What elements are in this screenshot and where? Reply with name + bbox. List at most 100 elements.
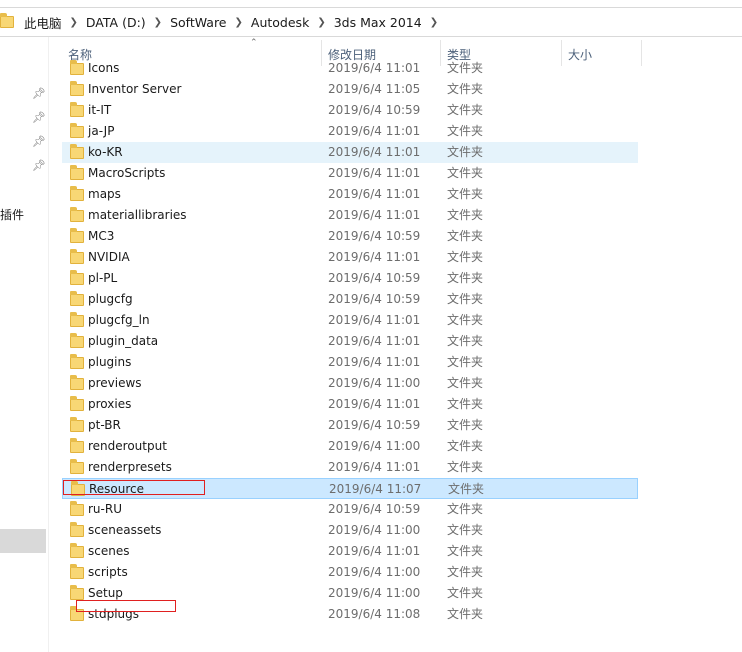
file-row[interactable]: plugcfg_ln 2019/6/4 11:01 文件夹 <box>62 310 638 331</box>
file-type: 文件夹 <box>447 523 484 537</box>
file-type: 文件夹 <box>447 292 484 306</box>
folder-icon <box>0 13 14 28</box>
nav-item-label[interactable]: 插件 <box>0 206 24 223</box>
file-type: 文件夹 <box>447 208 484 222</box>
breadcrumb-item[interactable]: SoftWare <box>166 15 230 30</box>
file-name[interactable]: Icons <box>88 58 119 79</box>
chevron-right-icon[interactable]: ❯ <box>231 17 247 28</box>
file-row[interactable]: plugins 2019/6/4 11:01 文件夹 <box>62 352 638 373</box>
file-name[interactable]: renderpresets <box>88 457 172 478</box>
chevron-right-icon[interactable]: ❯ <box>313 17 329 28</box>
file-name[interactable]: proxies <box>88 394 131 415</box>
file-row[interactable]: ja-JP 2019/6/4 11:01 文件夹 <box>62 121 638 142</box>
folder-icon <box>70 396 84 411</box>
breadcrumb-item[interactable]: DATA (D:) <box>82 15 150 30</box>
file-name[interactable]: renderoutput <box>88 436 167 457</box>
file-row[interactable]: maps 2019/6/4 11:01 文件夹 <box>62 184 638 205</box>
file-date: 2019/6/4 11:00 <box>328 565 421 579</box>
file-row[interactable]: Resource 2019/6/4 11:07 文件夹 <box>62 478 638 499</box>
file-row[interactable]: ru-RU 2019/6/4 10:59 文件夹 <box>62 499 638 520</box>
folder-icon <box>70 354 84 369</box>
file-name[interactable]: Inventor Server <box>88 79 181 100</box>
file-row[interactable]: ko-KR 2019/6/4 11:01 文件夹 <box>62 142 638 163</box>
file-name[interactable]: ru-RU <box>88 499 122 520</box>
file-name[interactable]: it-IT <box>88 100 111 121</box>
file-row[interactable]: previews 2019/6/4 11:00 文件夹 <box>62 373 638 394</box>
breadcrumb-item[interactable]: 此电脑 <box>20 13 66 32</box>
file-date: 2019/6/4 11:00 <box>328 439 421 453</box>
pin-icon[interactable]: 📌︎ <box>32 135 46 148</box>
file-name[interactable]: ja-JP <box>88 121 114 142</box>
file-row[interactable]: plugin_data 2019/6/4 11:01 文件夹 <box>62 331 638 352</box>
pane-divider[interactable] <box>48 37 49 652</box>
navigation-pane: 📌︎ 📌︎ 📌︎ 📌︎ 插件 <box>0 37 48 652</box>
breadcrumb: 此电脑 ❯ DATA (D:) ❯ SoftWare ❯ Autodesk ❯ … <box>0 8 442 36</box>
file-row[interactable]: pt-BR 2019/6/4 10:59 文件夹 <box>62 415 638 436</box>
file-name[interactable]: ko-KR <box>88 142 123 163</box>
file-name[interactable]: sceneassets <box>88 520 161 541</box>
file-type: 文件夹 <box>447 334 484 348</box>
file-row[interactable]: MC3 2019/6/4 10:59 文件夹 <box>62 226 638 247</box>
file-date: 2019/6/4 11:07 <box>329 482 422 496</box>
file-type: 文件夹 <box>447 271 484 285</box>
folder-icon <box>70 564 84 579</box>
folder-icon <box>70 501 84 516</box>
file-type: 文件夹 <box>447 397 484 411</box>
file-row[interactable]: Icons 2019/6/4 11:01 文件夹 <box>62 58 638 79</box>
file-row[interactable]: scripts 2019/6/4 11:00 文件夹 <box>62 562 638 583</box>
file-row[interactable]: MacroScripts 2019/6/4 11:01 文件夹 <box>62 163 638 184</box>
file-name[interactable]: scripts <box>88 562 128 583</box>
file-name[interactable]: materiallibraries <box>88 205 187 226</box>
file-type: 文件夹 <box>447 61 484 75</box>
file-date: 2019/6/4 11:01 <box>328 355 421 369</box>
file-date: 2019/6/4 11:08 <box>328 607 421 621</box>
file-row[interactable]: proxies 2019/6/4 11:01 文件夹 <box>62 394 638 415</box>
file-date: 2019/6/4 11:05 <box>328 82 421 96</box>
file-row[interactable]: pl-PL 2019/6/4 10:59 文件夹 <box>62 268 638 289</box>
file-name[interactable]: MacroScripts <box>88 163 165 184</box>
breadcrumb-item[interactable]: Autodesk <box>247 15 313 30</box>
file-name[interactable]: plugcfg_ln <box>88 310 150 331</box>
file-name[interactable]: plugin_data <box>88 331 158 352</box>
folder-icon <box>70 123 84 138</box>
file-name[interactable]: scenes <box>88 541 129 562</box>
nav-item-selected[interactable] <box>0 529 46 553</box>
file-name[interactable]: plugcfg <box>88 289 133 310</box>
file-name[interactable]: NVIDIA <box>88 247 130 268</box>
file-row[interactable]: renderoutput 2019/6/4 11:00 文件夹 <box>62 436 638 457</box>
pin-icon[interactable]: 📌︎ <box>32 111 46 124</box>
folder-icon <box>70 312 84 327</box>
file-type: 文件夹 <box>447 124 484 138</box>
file-row[interactable]: scenes 2019/6/4 11:01 文件夹 <box>62 541 638 562</box>
folder-icon <box>70 333 84 348</box>
file-row[interactable]: Inventor Server 2019/6/4 11:05 文件夹 <box>62 79 638 100</box>
address-bar[interactable]: 此电脑 ❯ DATA (D:) ❯ SoftWare ❯ Autodesk ❯ … <box>0 7 742 37</box>
file-date: 2019/6/4 11:00 <box>328 376 421 390</box>
chevron-right-icon[interactable]: ❯ <box>426 17 442 28</box>
file-row[interactable]: NVIDIA 2019/6/4 11:01 文件夹 <box>62 247 638 268</box>
breadcrumb-item[interactable]: 3ds Max 2014 <box>330 15 426 30</box>
file-name[interactable]: pt-BR <box>88 415 121 436</box>
pin-icon[interactable]: 📌︎ <box>32 87 46 100</box>
file-date: 2019/6/4 11:01 <box>328 397 421 411</box>
file-row[interactable]: stdplugs 2019/6/4 11:08 文件夹 <box>62 600 638 625</box>
file-type: 文件夹 <box>447 250 484 264</box>
file-name[interactable]: previews <box>88 373 142 394</box>
file-date: 2019/6/4 11:01 <box>328 544 421 558</box>
file-row[interactable]: renderpresets 2019/6/4 11:01 文件夹 <box>62 457 638 478</box>
file-type: 文件夹 <box>447 586 484 600</box>
file-name[interactable]: pl-PL <box>88 268 117 289</box>
chevron-right-icon[interactable]: ❯ <box>66 17 82 28</box>
file-name[interactable]: MC3 <box>88 226 114 247</box>
file-row[interactable]: materiallibraries 2019/6/4 11:01 文件夹 <box>62 205 638 226</box>
folder-icon <box>70 165 84 180</box>
chevron-right-icon[interactable]: ❯ <box>150 17 166 28</box>
file-name[interactable]: plugins <box>88 352 131 373</box>
pin-icon[interactable]: 📌︎ <box>32 159 46 172</box>
file-row[interactable]: sceneassets 2019/6/4 11:00 文件夹 <box>62 520 638 541</box>
folder-icon <box>70 270 84 285</box>
file-name[interactable]: maps <box>88 184 121 205</box>
file-date: 2019/6/4 11:01 <box>328 334 421 348</box>
file-row[interactable]: plugcfg 2019/6/4 10:59 文件夹 <box>62 289 638 310</box>
file-row[interactable]: it-IT 2019/6/4 10:59 文件夹 <box>62 100 638 121</box>
